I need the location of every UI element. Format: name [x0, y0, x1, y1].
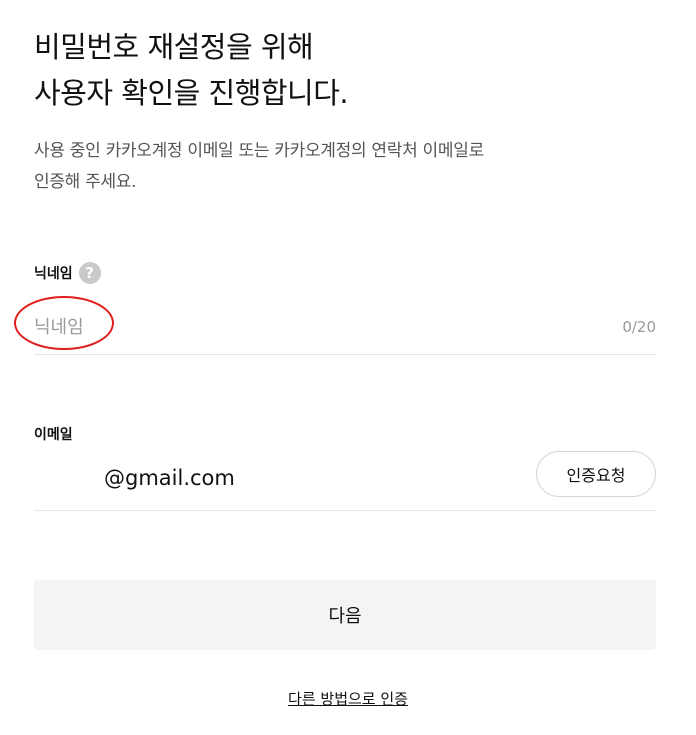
email-label-row: 이메일: [34, 424, 73, 444]
description-line-1: 사용 중인 카카오계정 이메일 또는 카카오계정의 연락처 이메일로: [34, 141, 484, 161]
page-title-line-2: 사용자 확인을 진행합니다.: [34, 76, 349, 110]
nickname-field: 0/20: [34, 300, 656, 355]
email-label: 이메일: [34, 427, 73, 443]
nickname-label-row: 닉네임 ?: [34, 262, 101, 284]
alt-verification-link-row: 다른 방법으로 인증: [0, 688, 696, 709]
request-verification-button[interactable]: 인증요청: [536, 451, 656, 497]
next-button[interactable]: 다음: [34, 580, 656, 650]
alt-verification-link[interactable]: 다른 방법으로 인증: [288, 690, 408, 708]
nickname-label: 닉네임: [34, 266, 73, 282]
description-line-2: 인증해 주세요.: [34, 172, 137, 192]
nickname-input[interactable]: [34, 316, 623, 338]
page-title-line-1: 비밀번호 재설정을 위해: [34, 30, 314, 64]
page-title: 비밀번호 재설정을 위해 사용자 확인을 진행합니다.: [34, 24, 349, 116]
email-field: @gmail.com 인증요청: [34, 446, 656, 511]
page-description: 사용 중인 카카오계정 이메일 또는 카카오계정의 연락처 이메일로 인증해 주…: [34, 136, 664, 198]
email-value[interactable]: @gmail.com: [34, 466, 536, 490]
nickname-char-counter: 0/20: [622, 318, 656, 336]
question-mark-icon[interactable]: ?: [78, 262, 101, 284]
